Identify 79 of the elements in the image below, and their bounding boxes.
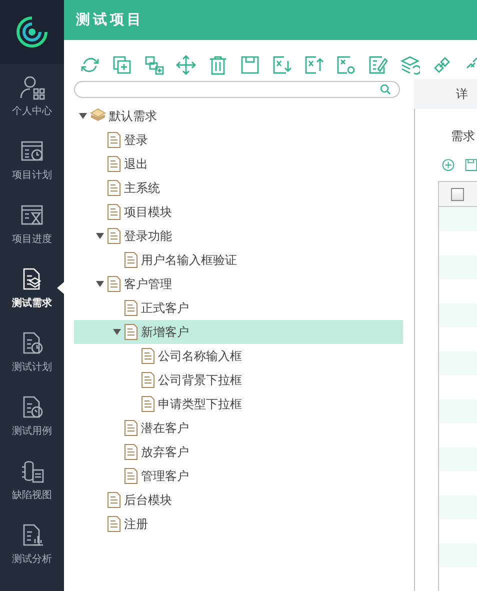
- document-icon: [107, 276, 121, 292]
- tree-item[interactable]: 潜在客户: [74, 416, 403, 440]
- sidebar-item[interactable]: 缺陷视图: [0, 448, 64, 512]
- tree-item[interactable]: 登录功能: [74, 224, 403, 248]
- save-icon[interactable]: [240, 55, 260, 75]
- document-icon: [141, 372, 155, 388]
- collapse-triangle-icon[interactable]: [95, 280, 105, 288]
- field-label: 需求: [451, 129, 475, 143]
- select-all-checkbox[interactable]: [451, 188, 464, 200]
- document-icon: [124, 252, 138, 268]
- document-icon: [107, 180, 121, 196]
- tree-item[interactable]: 正式客户: [74, 296, 403, 320]
- tree-item[interactable]: 默认需求: [74, 104, 403, 128]
- tree-item[interactable]: 项目模块: [74, 200, 403, 224]
- logo: [15, 15, 49, 49]
- tree-item[interactable]: 公司背景下拉框: [74, 368, 403, 392]
- tree-item[interactable]: 公司名称输入框: [74, 344, 403, 368]
- sidebar-item[interactable]: 测试用例: [0, 384, 64, 448]
- layers-icon: [90, 108, 106, 124]
- document-icon: [124, 324, 138, 340]
- tab[interactable]: 详: [456, 86, 468, 102]
- sidebar-item[interactable]: 测试需求: [0, 256, 64, 320]
- spreadsheet-up-icon[interactable]: [304, 55, 324, 75]
- user-icon: [19, 74, 45, 100]
- table-row: [439, 447, 477, 471]
- add-icon[interactable]: [442, 157, 454, 173]
- tree-item[interactable]: 注册: [74, 512, 403, 536]
- tree-item[interactable]: 主系统: [74, 176, 403, 200]
- search-field[interactable]: [74, 81, 400, 98]
- tree-item[interactable]: 退出: [74, 152, 403, 176]
- document-icon: [124, 468, 138, 484]
- search-icon[interactable]: [380, 84, 391, 95]
- sidebar-item[interactable]: 项目进度: [0, 192, 64, 256]
- table-row: [439, 399, 477, 423]
- tree-item[interactable]: 放弃客户: [74, 440, 403, 464]
- document-icon: [141, 348, 155, 364]
- collapse-triangle-icon[interactable]: [112, 328, 122, 336]
- refresh-icon[interactable]: [80, 55, 100, 75]
- tree-item[interactable]: 用户名输入框验证: [74, 248, 403, 272]
- sidebar-item[interactable]: 个人中心: [0, 64, 64, 128]
- document-icon: [107, 204, 121, 220]
- document-icon: [107, 132, 121, 148]
- document-icon: [141, 396, 155, 412]
- copy-add-icon[interactable]: [112, 55, 132, 75]
- sidebar-item[interactable]: 项目计划: [0, 128, 64, 192]
- document-icon: [107, 228, 121, 244]
- document-icon: [107, 156, 121, 172]
- document-icon: [124, 420, 138, 436]
- trash-icon[interactable]: [208, 55, 228, 75]
- document-icon: [107, 492, 121, 508]
- tree-item[interactable]: 新增客户: [74, 320, 403, 344]
- spreadsheet-down-icon[interactable]: [272, 55, 292, 75]
- table-row: [439, 543, 477, 567]
- save-icon[interactable]: [464, 157, 477, 173]
- document-icon: [107, 516, 121, 532]
- collapse-triangle-icon[interactable]: [78, 112, 88, 120]
- sidebar-item[interactable]: 测试计划: [0, 320, 64, 384]
- tree-item[interactable]: 申请类型下拉框: [74, 392, 403, 416]
- table-row: [439, 351, 477, 375]
- table-row: [439, 255, 477, 279]
- hierarchy-add-icon[interactable]: [144, 55, 164, 75]
- document-icon: [124, 300, 138, 316]
- layers-refresh-icon[interactable]: [400, 55, 420, 75]
- edit-icon[interactable]: [368, 55, 388, 75]
- table-row: [439, 495, 477, 519]
- sidebar-item[interactable]: 测试分析: [0, 512, 64, 576]
- link-icon[interactable]: [432, 55, 452, 75]
- selection-pointer: [57, 282, 64, 294]
- tree-item[interactable]: 登录: [74, 128, 403, 152]
- tree-item[interactable]: 管理客户: [74, 464, 403, 488]
- tree-item[interactable]: 后台模块: [74, 488, 403, 512]
- bug-icon: [19, 458, 45, 484]
- document-icon: [124, 444, 138, 460]
- move-icon[interactable]: [176, 55, 196, 75]
- tree-item[interactable]: 客户管理: [74, 272, 403, 296]
- collapse-triangle-icon[interactable]: [95, 232, 105, 240]
- page-title: 测试项目: [64, 0, 477, 40]
- spreadsheet-gear-icon[interactable]: [336, 55, 356, 75]
- table-row: [439, 303, 477, 327]
